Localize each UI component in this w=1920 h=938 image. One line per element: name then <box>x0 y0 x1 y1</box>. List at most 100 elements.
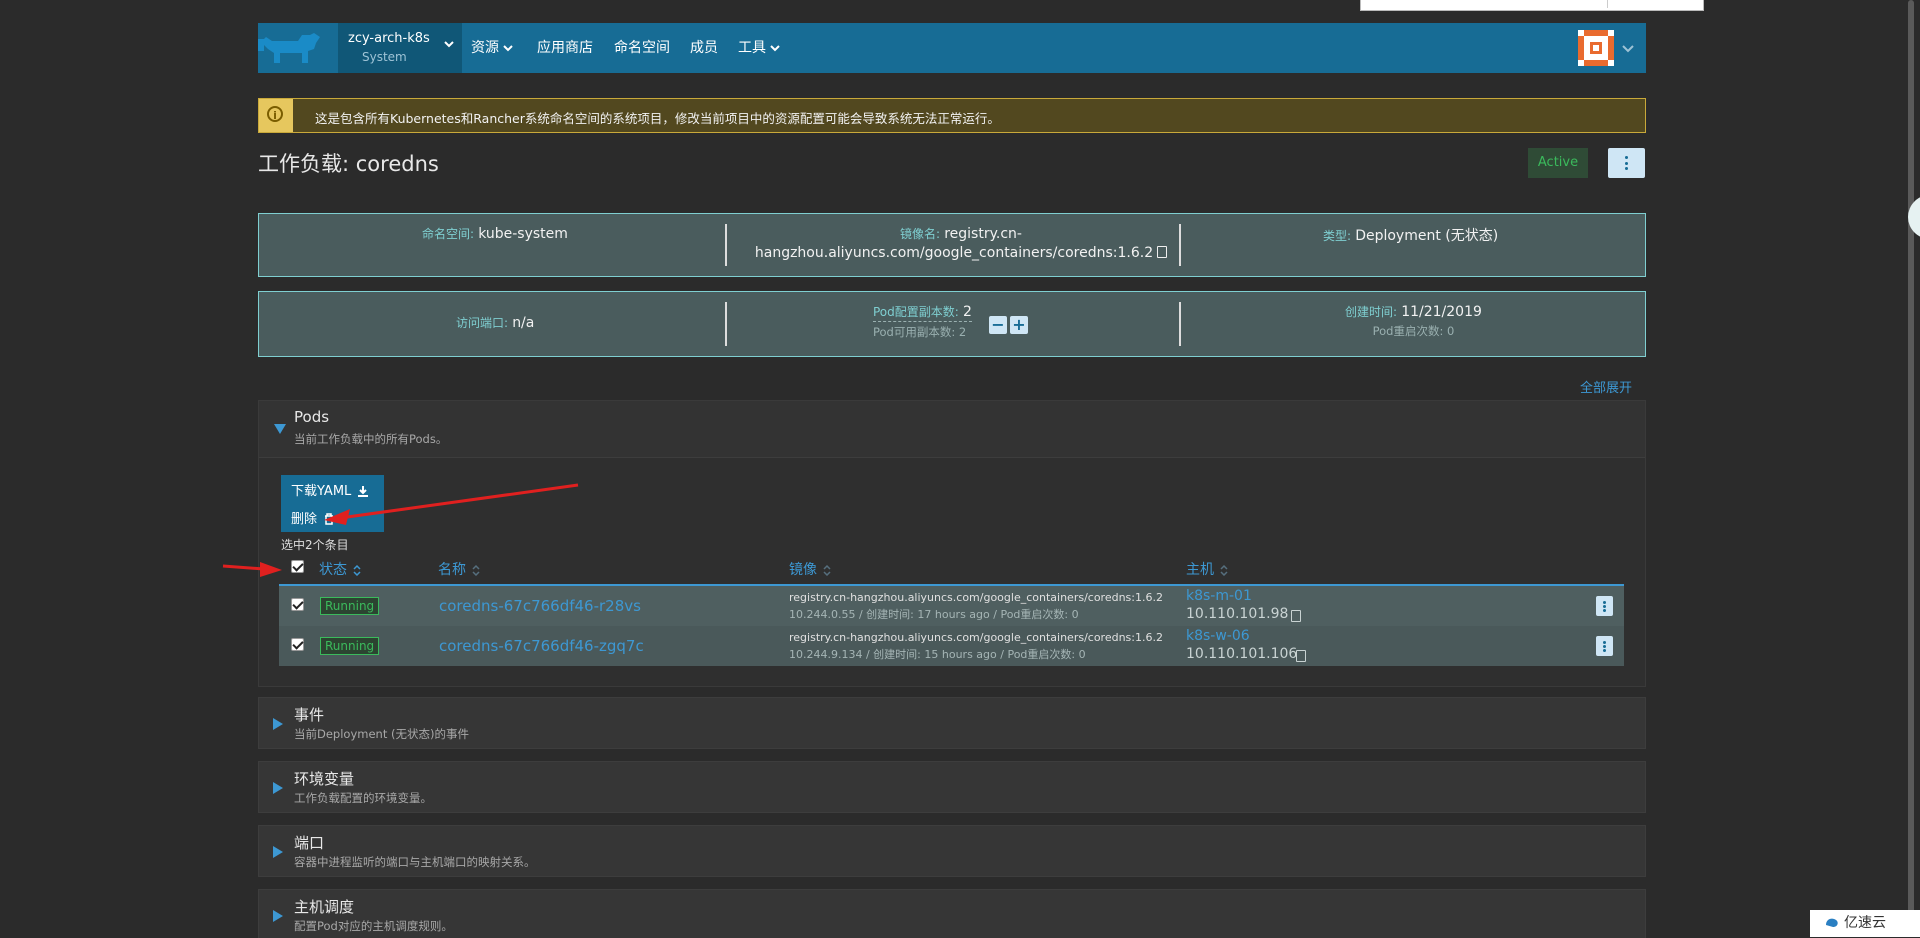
namespace-label: 命名空间: <box>422 227 475 241</box>
type-value: Deployment (无状态) <box>1355 228 1499 244</box>
user-avatar[interactable] <box>1578 30 1614 66</box>
rancher-logo-icon[interactable] <box>258 31 326 67</box>
endpoint-label: 访问端口: <box>456 316 509 330</box>
bulk-actions-menu: 下载YAML 删除 <box>281 475 384 532</box>
scale-up-button[interactable]: + <box>1010 316 1028 334</box>
project-name: System <box>362 50 407 64</box>
row-checkbox[interactable] <box>291 598 304 611</box>
row-actions-button[interactable] <box>1596 636 1613 656</box>
image-field: 镜像名: registry.cn- hangzhou.aliyuncs.com/… <box>741 225 1181 261</box>
column-host[interactable]: 主机 <box>1186 559 1228 579</box>
delete-button[interactable]: 删除 <box>291 508 335 527</box>
workload-stats-box: 访问端口: n/a Pod配置副本数: 2 Pod可用副本数: 2 − + 创建… <box>258 291 1646 357</box>
type-label: 类型: <box>1323 229 1352 243</box>
pods-subtitle: 当前工作负载中的所有Pods。 <box>294 432 448 446</box>
pod-image-detail: 10.244.0.55 / 创建时间: 17 hours ago / Pod重启… <box>789 608 1079 621</box>
column-name[interactable]: 名称 <box>438 559 480 579</box>
page-scrollbar[interactable] <box>1904 0 1920 937</box>
download-yaml-button[interactable]: 下载YAML <box>291 480 369 499</box>
nav-tools[interactable]: 工具 <box>738 23 780 73</box>
nav-resources[interactable]: 资源 <box>471 23 513 73</box>
expand-triangle-icon[interactable] <box>273 910 283 922</box>
table-row[interactable]: Running coredns-67c766df46-r28vs registr… <box>279 586 1624 626</box>
download-yaml-label: 下载YAML <box>291 484 352 499</box>
workload-info-box: 命名空间: kube-system 镜像名: registry.cn- hang… <box>258 213 1646 277</box>
pod-image: registry.cn-hangzhou.aliyuncs.com/google… <box>789 631 1163 644</box>
column-image-label: 镜像 <box>789 562 817 578</box>
scale-down-button[interactable]: − <box>989 316 1007 334</box>
column-state-label: 状态 <box>319 562 347 578</box>
column-image[interactable]: 镜像 <box>789 559 831 579</box>
selected-count: 选中2个条目 <box>281 538 349 552</box>
restart-count: Pod重启次数: 0 <box>1372 324 1455 338</box>
select-all-checkbox[interactable] <box>291 560 304 573</box>
status-badge: Active <box>1528 148 1588 178</box>
top-header: zcy-arch-k8s System 资源 应用商店 命名空间 成员 工具 <box>258 23 1646 73</box>
page-title: 工作负载: coredns <box>258 152 439 176</box>
chevron-down-icon[interactable] <box>1622 43 1634 53</box>
dropdown-popup-edge <box>1360 0 1704 11</box>
copy-icon[interactable] <box>1291 610 1301 622</box>
expand-triangle-icon[interactable] <box>273 718 283 730</box>
pods-section-header[interactable]: Pods 当前工作负载中的所有Pods。 <box>259 401 1645 458</box>
cluster-project-switcher[interactable]: zcy-arch-k8s System <box>338 23 462 73</box>
pod-image-detail: 10.244.9.134 / 创建时间: 15 hours ago / Pod重… <box>789 648 1086 661</box>
sort-icon <box>1220 564 1228 576</box>
nav-resources-label: 资源 <box>471 40 499 56</box>
created-field: 创建时间: 11/21/2019 Pod重启次数: 0 <box>1345 303 1482 339</box>
banner-text: 这是包含所有Kubernetes和Rancher系统命名空间的系统项目，修改当前… <box>315 111 1000 126</box>
expand-triangle-icon[interactable] <box>273 846 283 858</box>
replicas-label: Pod配置副本数: <box>873 305 959 319</box>
expand-triangle-icon[interactable] <box>273 782 283 794</box>
row-actions-button[interactable] <box>1596 596 1613 616</box>
workload-actions-button[interactable] <box>1608 148 1645 178</box>
pods-title: Pods <box>294 408 330 426</box>
namespace-value: kube-system <box>478 226 568 242</box>
cluster-name: zcy-arch-k8s <box>348 31 430 46</box>
section-subtitle: 配置Pod对应的主机调度规则。 <box>294 919 453 933</box>
section-subtitle: 当前Deployment (无状态)的事件 <box>294 727 469 741</box>
copy-icon[interactable] <box>1157 246 1168 258</box>
nav-namespaces[interactable]: 命名空间 <box>614 23 670 73</box>
collapse-triangle-icon[interactable] <box>274 424 286 434</box>
image-value-line1: registry.cn- <box>944 226 1022 242</box>
row-checkbox[interactable] <box>291 638 304 651</box>
sort-icon <box>353 564 361 576</box>
table-row[interactable]: Running coredns-67c766df46-zgq7c registr… <box>279 626 1624 666</box>
available-replicas: Pod可用副本数: 2 <box>873 325 967 339</box>
ports-section[interactable]: 端口 容器中进程监听的端口与主机端口的映射关系。 <box>258 825 1646 877</box>
events-section[interactable]: 事件 当前Deployment (无状态)的事件 <box>258 697 1646 749</box>
copy-icon[interactable] <box>1296 650 1306 662</box>
scheduling-section[interactable]: 主机调度 配置Pod对应的主机调度规则。 <box>258 889 1646 938</box>
section-title: 端口 <box>294 834 325 852</box>
chevron-down-icon <box>770 45 780 52</box>
pod-name-link[interactable]: coredns-67c766df46-zgq7c <box>439 637 644 655</box>
host-ip: 10.110.101.106 <box>1186 646 1298 662</box>
yisu-logo-icon <box>1826 918 1838 927</box>
host-link[interactable]: k8s-m-01 <box>1186 588 1252 604</box>
pod-image: registry.cn-hangzhou.aliyuncs.com/google… <box>789 591 1163 604</box>
column-state[interactable]: 状态 <box>319 559 361 579</box>
chevron-down-icon <box>503 45 513 52</box>
image-label: 镜像名: <box>900 227 941 241</box>
host-link[interactable]: k8s-w-06 <box>1186 628 1250 644</box>
sort-icon <box>823 564 831 576</box>
expand-all-link[interactable]: 全部展开 <box>1580 377 1632 396</box>
replicas-value: 2 <box>962 304 972 320</box>
nav-catalog-apps[interactable]: 应用商店 <box>537 23 593 73</box>
nav-members[interactable]: 成员 <box>690 23 718 73</box>
section-title: 环境变量 <box>294 770 355 788</box>
image-value-line2: hangzhou.aliyuncs.com/google_containers/… <box>754 245 1154 261</box>
endpoint-field: 访问端口: n/a <box>456 314 534 331</box>
watermark: 亿速云 <box>1810 910 1920 937</box>
watermark-text: 亿速云 <box>1844 915 1886 931</box>
namespace-field: 命名空间: kube-system <box>422 225 568 242</box>
status-badge: Running <box>320 637 380 655</box>
trash-icon <box>325 513 334 525</box>
type-field: 类型: Deployment (无状态) <box>1323 225 1498 245</box>
status-badge: Running <box>320 597 380 615</box>
pod-name-link[interactable]: coredns-67c766df46-r28vs <box>439 597 641 615</box>
env-vars-section[interactable]: 环境变量 工作负载配置的环境变量。 <box>258 761 1646 813</box>
nav-tools-label: 工具 <box>738 40 766 56</box>
section-subtitle: 容器中进程监听的端口与主机端口的映射关系。 <box>294 855 536 869</box>
